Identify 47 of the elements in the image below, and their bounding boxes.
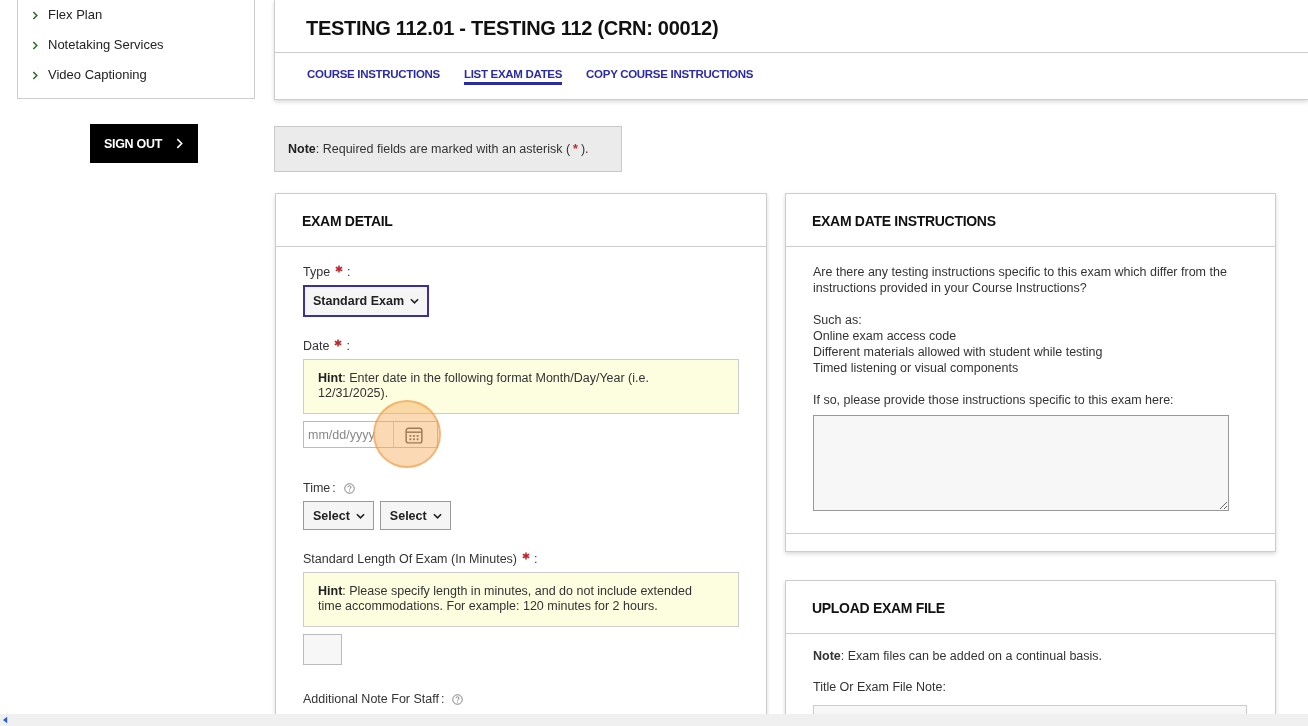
caret-icon	[432, 512, 442, 519]
field-label: Standard Length Of Exam (In Minutes)	[303, 552, 517, 566]
caret-icon	[355, 512, 365, 519]
card-title: EXAM DATE INSTRUCTIONS	[786, 194, 1275, 247]
instructions-prompt: If so, please provide those instructions specific to this exam here:	[813, 392, 1175, 408]
label-colon: :	[332, 481, 336, 495]
card-title: EXAM DETAIL	[276, 194, 766, 247]
chevron-icon	[32, 40, 39, 50]
upload-note: Note: Exam files can be added on a continual basis.	[813, 648, 1104, 664]
instructions-question: Are there any testing instructions specific to this exam which differ from the instructions provided in your Course Instructions?	[813, 264, 1228, 296]
course-tab[interactable]: LIST EXAM DATES	[463, 68, 563, 85]
time-select[interactable]: Select	[379, 501, 451, 530]
sign-out-button[interactable]: SIGN OUT	[89, 124, 198, 163]
chevron-icon	[32, 70, 39, 80]
course-title: TESTING 112.01 - TESTING 112 (CRN: 00012)	[275, 0, 1308, 53]
scroll-left-icon[interactable]	[3, 716, 8, 724]
card-title: UPLOAD EXAM FILE	[786, 581, 1275, 634]
sidebar-link[interactable]: Notetaking Services	[32, 37, 164, 53]
instructions-textarea[interactable]	[813, 415, 1229, 511]
field-label: Title Or Exam File Note:	[813, 679, 947, 695]
label-colon: :	[346, 339, 350, 353]
label-colon: :	[534, 552, 538, 566]
field-label: Time	[303, 481, 331, 495]
caret-icon	[410, 298, 419, 304]
example-item: Different materials allowed with student while testing	[813, 344, 1104, 360]
hint-text: Hint: Enter date in the following format Month/Day/Year (i.e. 12/31/2025).	[303, 359, 739, 414]
field-label: Date	[303, 339, 330, 353]
label-colon: :	[440, 692, 445, 706]
course-tab[interactable]: COPY COURSE INSTRUCTIONS	[586, 68, 754, 85]
required-fields-note: Note: Required fields are marked with an asterisk ( * ).	[274, 126, 622, 172]
horizontal-scrollbar[interactable]	[0, 714, 1308, 726]
example-item: Online exam access code	[813, 328, 958, 344]
minutes-input[interactable]	[303, 634, 342, 665]
field-label: Additional Note For Staff	[303, 692, 439, 706]
hint-text: Hint: Please specify length in minutes, and do not include extended time accommodations. For example: 120 minutes for 2 hours.	[303, 572, 739, 627]
example-item: Timed listening or visual components	[813, 360, 1020, 376]
sidebar-link[interactable]: Flex Plan	[32, 7, 103, 23]
sidebar-link[interactable]: Video Captioning	[32, 67, 147, 83]
type-select[interactable]: Standard Exam	[303, 285, 429, 317]
time-select[interactable]: Select	[303, 501, 374, 530]
course-tab[interactable]: COURSE INSTRUCTIONS	[307, 68, 440, 85]
field-label: Type	[303, 265, 331, 279]
label-colon: :	[347, 265, 351, 279]
examples-label: Such as:	[813, 312, 863, 328]
chevron-icon	[32, 10, 39, 20]
calendar-icon[interactable]	[405, 425, 423, 444]
chevron-icon	[176, 138, 183, 149]
